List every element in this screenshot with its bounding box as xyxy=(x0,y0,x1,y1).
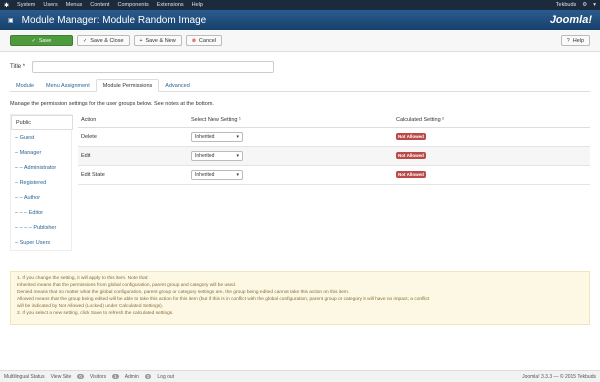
logout-link[interactable]: Log out xyxy=(157,374,174,380)
view-site-link[interactable]: View Site xyxy=(51,374,72,380)
menu-content[interactable]: Content xyxy=(90,2,109,8)
col-calculated-setting: Calculated Setting ² xyxy=(393,114,590,128)
tab-module[interactable]: Module xyxy=(10,79,40,92)
multilingual-status-link[interactable]: Multilingual Status xyxy=(4,374,45,380)
save-new-label: Save & New xyxy=(145,37,176,44)
group-super-users[interactable]: – Super Users xyxy=(11,235,71,250)
save-close-label: Save & Close xyxy=(90,37,124,44)
group-manager[interactable]: – Manager xyxy=(11,145,71,160)
gear-icon[interactable]: ⚙ xyxy=(582,2,587,8)
menu-help[interactable]: Help xyxy=(192,2,203,8)
action-label: Edit State xyxy=(78,165,188,185)
table-row: Delete Inherited ▾ Not Allowed xyxy=(78,127,590,147)
setting-select[interactable]: Inherited ▾ xyxy=(191,169,243,180)
info-line: 1. If you change the setting, it will ap… xyxy=(17,276,149,281)
plus-icon: + xyxy=(139,37,143,44)
group-publisher[interactable]: – – – – Publisher xyxy=(11,220,71,235)
save-label: Save xyxy=(38,37,52,44)
check-icon: ✓ xyxy=(31,37,36,44)
messages-count: 0 xyxy=(144,374,152,379)
setting-select[interactable]: Inherited ▾ xyxy=(191,131,243,142)
save-new-button[interactable]: + Save & New xyxy=(133,35,182,46)
col-select-setting: Select New Setting ¹ xyxy=(188,114,393,128)
save-button[interactable]: ✓ Save xyxy=(10,35,73,46)
info-line: will be indicated by Not Allowed (Locked… xyxy=(17,304,164,309)
tab-module-permissions[interactable]: Module Permissions xyxy=(95,79,160,92)
help-icon: ? xyxy=(566,37,570,44)
group-public[interactable]: Public xyxy=(11,115,73,130)
group-registered[interactable]: – Registered xyxy=(11,175,71,190)
title-row: Title * xyxy=(10,61,274,73)
close-icon: ⊗ xyxy=(191,37,196,44)
joomla-icon[interactable]: ✱ xyxy=(4,2,9,9)
info-line: 2. If you select a new setting, click Sa… xyxy=(17,311,174,316)
cancel-label: Cancel xyxy=(198,37,217,44)
table-row: Edit State Inherited ▾ Not Allowed xyxy=(78,165,590,185)
menu-users[interactable]: Users xyxy=(43,2,57,8)
admin-count: 1 xyxy=(112,374,119,379)
tab-advanced[interactable]: Advanced xyxy=(159,79,195,92)
status-bar: Multilingual Status View Site 0 Visitors… xyxy=(0,370,600,382)
user-icon[interactable]: ▾ xyxy=(593,2,596,8)
version-text: Joomla! 3.3.3 — © 2015 Tekbuds xyxy=(522,373,596,380)
toolbar: ✓ Save ✓ Save & Close + Save & New ⊗ Cancel … xyxy=(0,30,600,52)
admin-label: Admin xyxy=(124,373,139,380)
setting-value: Inherited xyxy=(195,152,215,159)
permissions-table: Action Select New Setting ¹ Calculated S… xyxy=(78,114,590,185)
setting-value: Inherited xyxy=(195,171,215,178)
group-author[interactable]: – – Author xyxy=(11,190,71,205)
user-group-list: Public – Guest – Manager – – Administrat… xyxy=(10,114,73,251)
group-guest[interactable]: – Guest xyxy=(11,130,71,145)
menu-extensions[interactable]: Extensions xyxy=(157,2,184,8)
page-title: Module Manager: Module Random Image xyxy=(21,14,207,26)
top-menubar: ✱ System Users Menus Content Components … xyxy=(0,0,600,10)
info-line: Denied means that no matter what the glo… xyxy=(17,290,350,295)
visitors-label: Visitors xyxy=(89,373,107,380)
menu-components[interactable]: Components xyxy=(118,2,149,8)
page-header: ▣ Module Manager: Module Random Image Jo… xyxy=(0,10,600,30)
status-badge: Not Allowed xyxy=(396,133,426,140)
group-editor[interactable]: – – – Editor xyxy=(11,205,71,220)
module-icon: ▣ xyxy=(8,17,14,24)
status-badge: Not Allowed xyxy=(396,152,426,159)
tab-bar: Module Menu Assignment Module Permission… xyxy=(10,79,590,92)
action-label: Delete xyxy=(78,127,188,147)
joomla-logo: Joomla! xyxy=(549,14,592,26)
user-name[interactable]: Tekbuds xyxy=(556,2,577,8)
save-close-button[interactable]: ✓ Save & Close xyxy=(77,35,130,46)
menu-system[interactable]: System xyxy=(17,2,35,8)
title-label: Title * xyxy=(10,64,26,70)
setting-value: Inherited xyxy=(195,133,215,140)
help-label: Help xyxy=(572,37,584,44)
title-input[interactable] xyxy=(32,61,274,73)
menu-menus[interactable]: Menus xyxy=(66,2,83,8)
group-administrator[interactable]: – – Administrator xyxy=(11,160,71,175)
module-form: Title * Module Menu Assignment Module Pe… xyxy=(0,52,600,370)
table-row: Edit Inherited ▾ Not Allowed xyxy=(78,146,590,166)
chevron-down-icon: ▾ xyxy=(236,171,239,178)
cancel-button[interactable]: ⊗ Cancel xyxy=(185,35,223,46)
permissions-info-box: 1. If you change the setting, it will ap… xyxy=(10,271,590,325)
chevron-down-icon: ▾ xyxy=(236,133,239,140)
info-line: Allowed means that the group being edite… xyxy=(17,297,430,302)
info-line: Inherited means that the permissions fro… xyxy=(17,283,237,288)
permissions-note: Manage the permission settings for the u… xyxy=(10,101,214,107)
visitors-count: 0 xyxy=(77,374,84,379)
action-label: Edit xyxy=(78,146,188,166)
col-action: Action xyxy=(78,114,188,128)
chevron-down-icon: ▾ xyxy=(236,152,239,159)
status-badge: Not Allowed xyxy=(396,171,426,178)
check-icon: ✓ xyxy=(83,37,88,44)
tab-menu-assignment[interactable]: Menu Assignment xyxy=(40,79,96,92)
help-button[interactable]: ? Help xyxy=(560,35,590,46)
setting-select[interactable]: Inherited ▾ xyxy=(191,150,243,161)
